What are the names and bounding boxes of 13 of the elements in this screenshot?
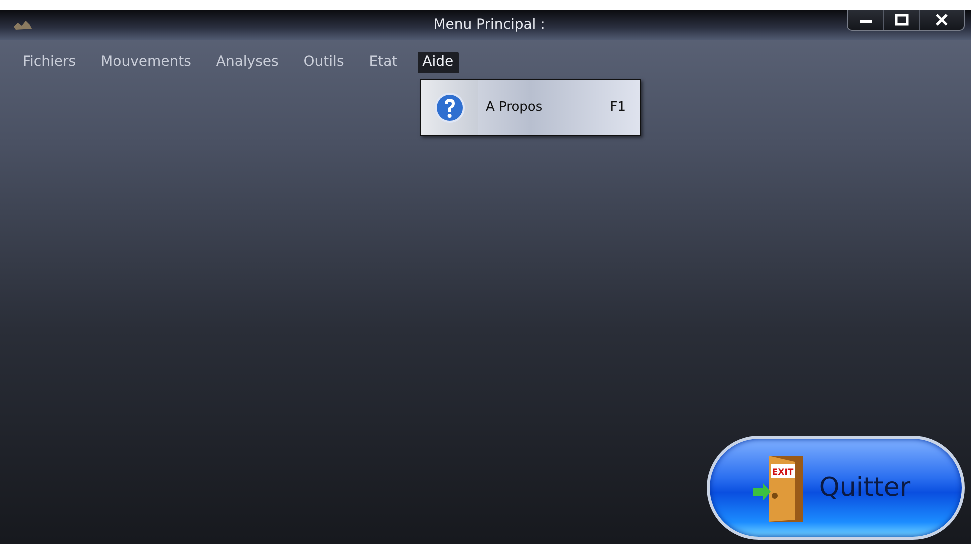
help-icon [434, 92, 466, 124]
menu-item[interactable]: A Propos F1 [421, 80, 640, 135]
window-title: Menu Principal : [434, 17, 546, 33]
menu-item[interactable]: Etat [364, 52, 403, 73]
close-icon [935, 14, 949, 26]
quit-button[interactable]: EXIT Quitter [707, 436, 965, 540]
menu-item[interactable]: Aide [418, 52, 459, 73]
app-icon [12, 18, 34, 32]
menu-item[interactable]: Analyses [211, 52, 284, 73]
menu-item[interactable]: Fichiers [18, 52, 82, 73]
menu-item[interactable]: Outils [298, 52, 350, 73]
menu-item[interactable]: Mouvements [96, 52, 196, 73]
maximize-icon [894, 14, 908, 26]
